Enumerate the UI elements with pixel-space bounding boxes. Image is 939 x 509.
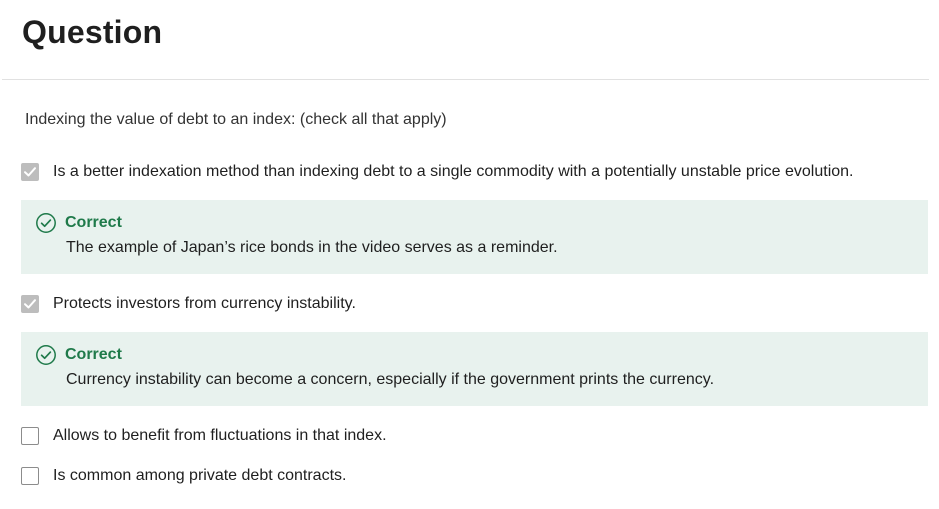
answer-checkbox-1[interactable]	[21, 163, 39, 181]
feedback-explanation-1: The example of Japan’s rice bonds in the…	[66, 239, 558, 256]
feedback-panel-2: Correct Currency instability can become …	[21, 332, 928, 406]
check-circle-icon	[36, 213, 56, 233]
feedback-status-2: Correct	[65, 346, 122, 363]
feedback-status-row-2: Correct	[35, 344, 122, 366]
answer-checkbox-2[interactable]	[21, 295, 39, 313]
feedback-explanation-2: Currency instability can become a concer…	[66, 371, 715, 388]
answer-checkbox-3[interactable]	[21, 427, 39, 445]
page-title: Question	[22, 14, 163, 50]
answer-option-1[interactable]: Is a better indexation method than index…	[21, 163, 853, 181]
feedback-status-1: Correct	[65, 214, 122, 231]
answer-option-label-1: Is a better indexation method than index…	[53, 163, 854, 180]
check-icon	[24, 167, 36, 177]
answer-option-2[interactable]: Protects investors from currency instabi…	[21, 295, 356, 313]
answer-option-label-3: Allows to benefit from fluctuations in t…	[53, 427, 387, 444]
answer-checkbox-4[interactable]	[21, 467, 39, 485]
answer-option-4[interactable]: Is common among private debt contracts.	[21, 467, 346, 485]
feedback-panel-1: Correct The example of Japan’s rice bond…	[21, 200, 928, 274]
question-prompt: Indexing the value of debt to an index: …	[25, 111, 447, 128]
check-icon	[24, 299, 36, 309]
check-circle-icon	[36, 345, 56, 365]
feedback-status-row-1: Correct	[35, 212, 122, 234]
answer-option-3[interactable]: Allows to benefit from fluctuations in t…	[21, 427, 387, 445]
title-divider	[2, 79, 929, 80]
answer-option-label-4: Is common among private debt contracts.	[53, 467, 347, 484]
question-page: Question Indexing the value of debt to a…	[0, 0, 939, 509]
answer-option-label-2: Protects investors from currency instabi…	[53, 295, 356, 312]
